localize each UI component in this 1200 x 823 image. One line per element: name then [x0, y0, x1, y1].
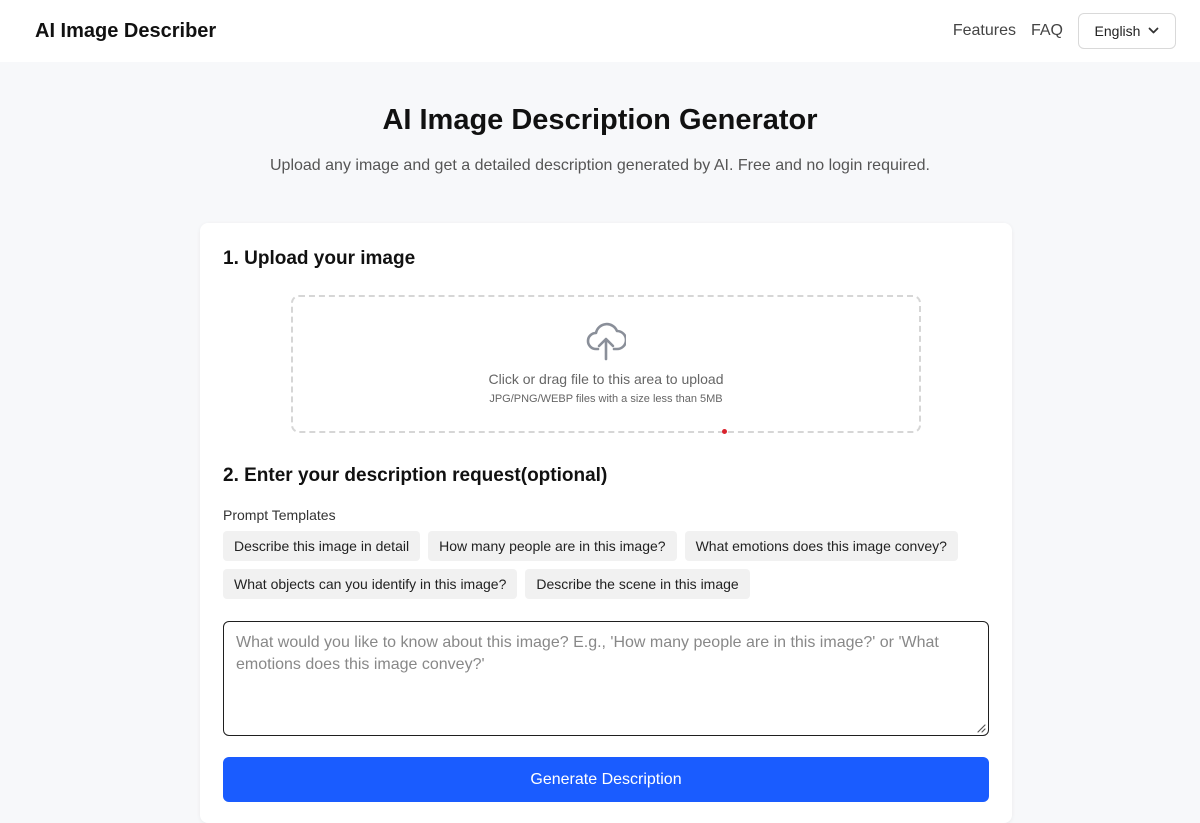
description-request-wrapper — [223, 621, 989, 736]
nav-faq-link[interactable]: FAQ — [1031, 22, 1063, 40]
template-chip[interactable]: Describe this image in detail — [223, 531, 421, 561]
request-step-title: 2. Enter your description request(option… — [223, 465, 608, 486]
top-navbar: AI Image Describer Features FAQ English — [0, 0, 1200, 62]
page-title: AI Image Description Generator — [382, 104, 818, 136]
upload-step-title: 1. Upload your image — [223, 248, 416, 269]
cloud-upload-icon — [586, 322, 626, 361]
nav-features-link[interactable]: Features — [953, 22, 1016, 40]
brand-logo[interactable]: AI Image Describer — [35, 20, 216, 43]
main-card: 1. Upload your image Click or drag file … — [200, 223, 1012, 823]
template-chip[interactable]: How many people are in this image? — [428, 531, 677, 561]
generate-description-button[interactable]: Generate Description — [223, 757, 989, 802]
status-dot — [722, 429, 727, 434]
prompt-templates-label: Prompt Templates — [223, 507, 336, 523]
template-chip[interactable]: What emotions does this image convey? — [684, 531, 958, 561]
description-request-input[interactable] — [224, 622, 988, 735]
upload-instructions: Click or drag file to this area to uploa… — [488, 371, 724, 387]
template-chip[interactable]: What objects can you identify in this im… — [223, 569, 518, 599]
template-chip[interactable]: Describe the scene in this image — [525, 569, 750, 599]
page-subtitle: Upload any image and get a detailed desc… — [270, 157, 930, 174]
nav-links: Features FAQ English — [953, 13, 1176, 49]
resize-handle-icon[interactable] — [976, 723, 986, 733]
upload-dropzone[interactable]: Click or drag file to this area to uploa… — [291, 295, 921, 433]
language-select[interactable]: English — [1078, 13, 1176, 49]
chevron-down-icon — [1149, 27, 1159, 34]
prompt-templates: Describe this image in detail How many p… — [223, 531, 1003, 607]
upload-file-hint: JPG/PNG/WEBP files with a size less than… — [489, 393, 723, 405]
language-select-value: English — [1094, 23, 1141, 39]
